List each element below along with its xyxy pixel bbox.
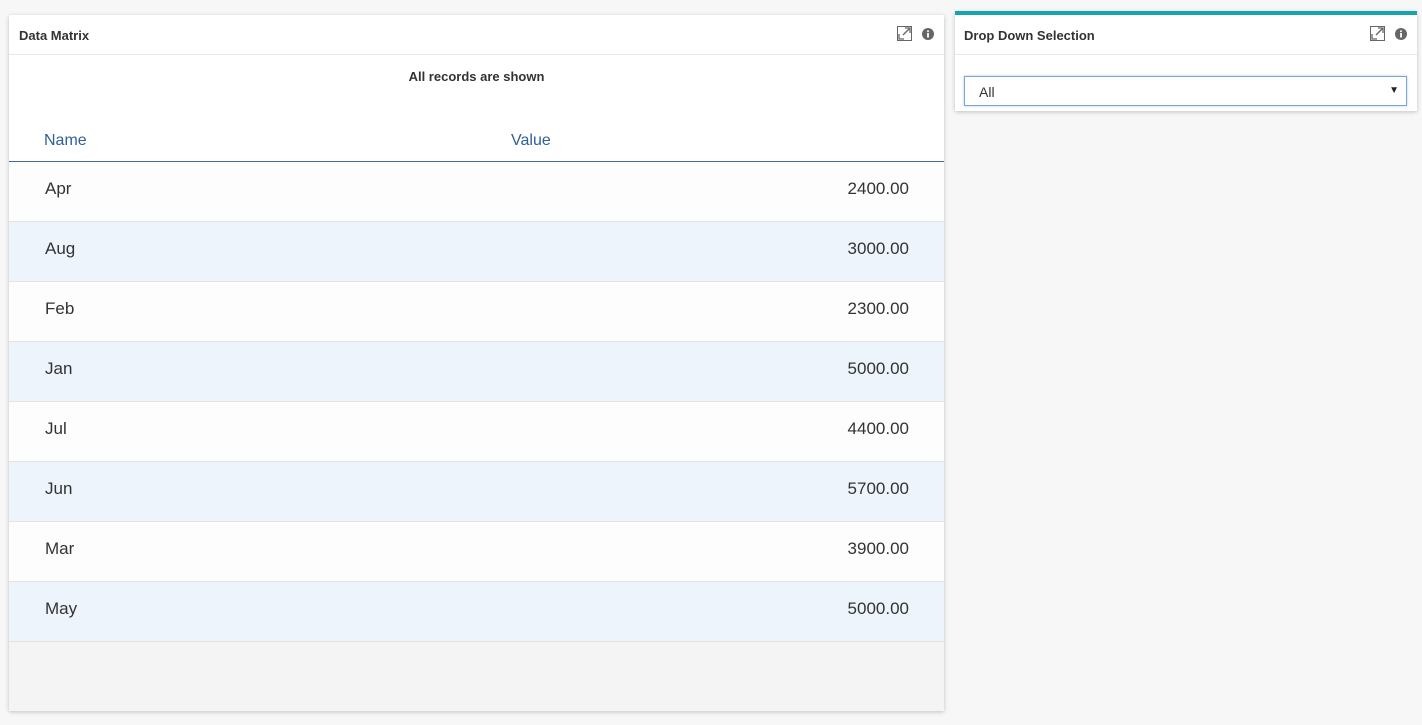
row-value: 4400.00 — [847, 419, 909, 438]
data-matrix-title: Data Matrix — [19, 28, 90, 43]
table-header: Name Value — [9, 130, 944, 163]
table-row[interactable]: Jan 5000.00 — [9, 342, 944, 402]
table-body: Apr 2400.00 Aug 3000.00 Feb 2300.00 Jan … — [9, 162, 944, 642]
dropdown-header-icons — [1370, 26, 1407, 41]
table-row[interactable]: Jun 5700.00 — [9, 462, 944, 522]
table-row[interactable]: Feb 2300.00 — [9, 282, 944, 342]
row-value: 5700.00 — [847, 479, 909, 498]
row-value: 5000.00 — [847, 359, 909, 378]
caret-down-icon: ▼ — [1389, 85, 1399, 96]
table-row[interactable]: Jul 4400.00 — [9, 402, 944, 462]
info-icon[interactable] — [1395, 27, 1407, 40]
dropdown-panel-title: Drop Down Selection — [964, 28, 1095, 43]
table-row[interactable]: Mar 3900.00 — [9, 522, 944, 582]
row-value: 3000.00 — [847, 239, 909, 258]
row-name: Jun — [45, 479, 73, 498]
row-value: 3900.00 — [847, 539, 909, 558]
row-name: Jan — [45, 359, 73, 378]
data-matrix-panel: Data Matrix All records are shown Name V… — [9, 15, 944, 711]
row-name: Feb — [45, 299, 75, 318]
row-name: Mar — [45, 539, 75, 558]
dropdown-selection-panel: Drop Down Selection All ▼ — [955, 11, 1417, 111]
row-value: 2300.00 — [847, 299, 909, 318]
records-notice: All records are shown — [408, 69, 545, 84]
column-header-value[interactable]: Value — [511, 132, 551, 150]
row-name: May — [45, 599, 78, 618]
row-value: 2400.00 — [847, 179, 909, 198]
row-name: Jul — [45, 419, 67, 438]
dropdown-panel-header: Drop Down Selection — [955, 15, 1417, 55]
data-matrix-header-icons — [897, 26, 934, 41]
data-matrix-header: Data Matrix — [9, 15, 944, 55]
selected-value: All — [979, 84, 995, 100]
table-row[interactable]: Aug 3000.00 — [9, 222, 944, 282]
selection-dropdown[interactable]: All ▼ — [964, 76, 1407, 106]
table-row[interactable]: May 5000.00 — [9, 582, 944, 642]
row-name: Aug — [45, 239, 76, 258]
row-name: Apr — [45, 179, 72, 198]
expand-icon[interactable] — [897, 26, 912, 41]
row-value: 5000.00 — [847, 599, 909, 618]
info-icon[interactable] — [922, 27, 934, 40]
table-empty-area — [9, 642, 944, 711]
column-header-name[interactable]: Name — [44, 132, 87, 150]
table-row[interactable]: Apr 2400.00 — [9, 162, 944, 222]
expand-icon[interactable] — [1370, 26, 1385, 41]
